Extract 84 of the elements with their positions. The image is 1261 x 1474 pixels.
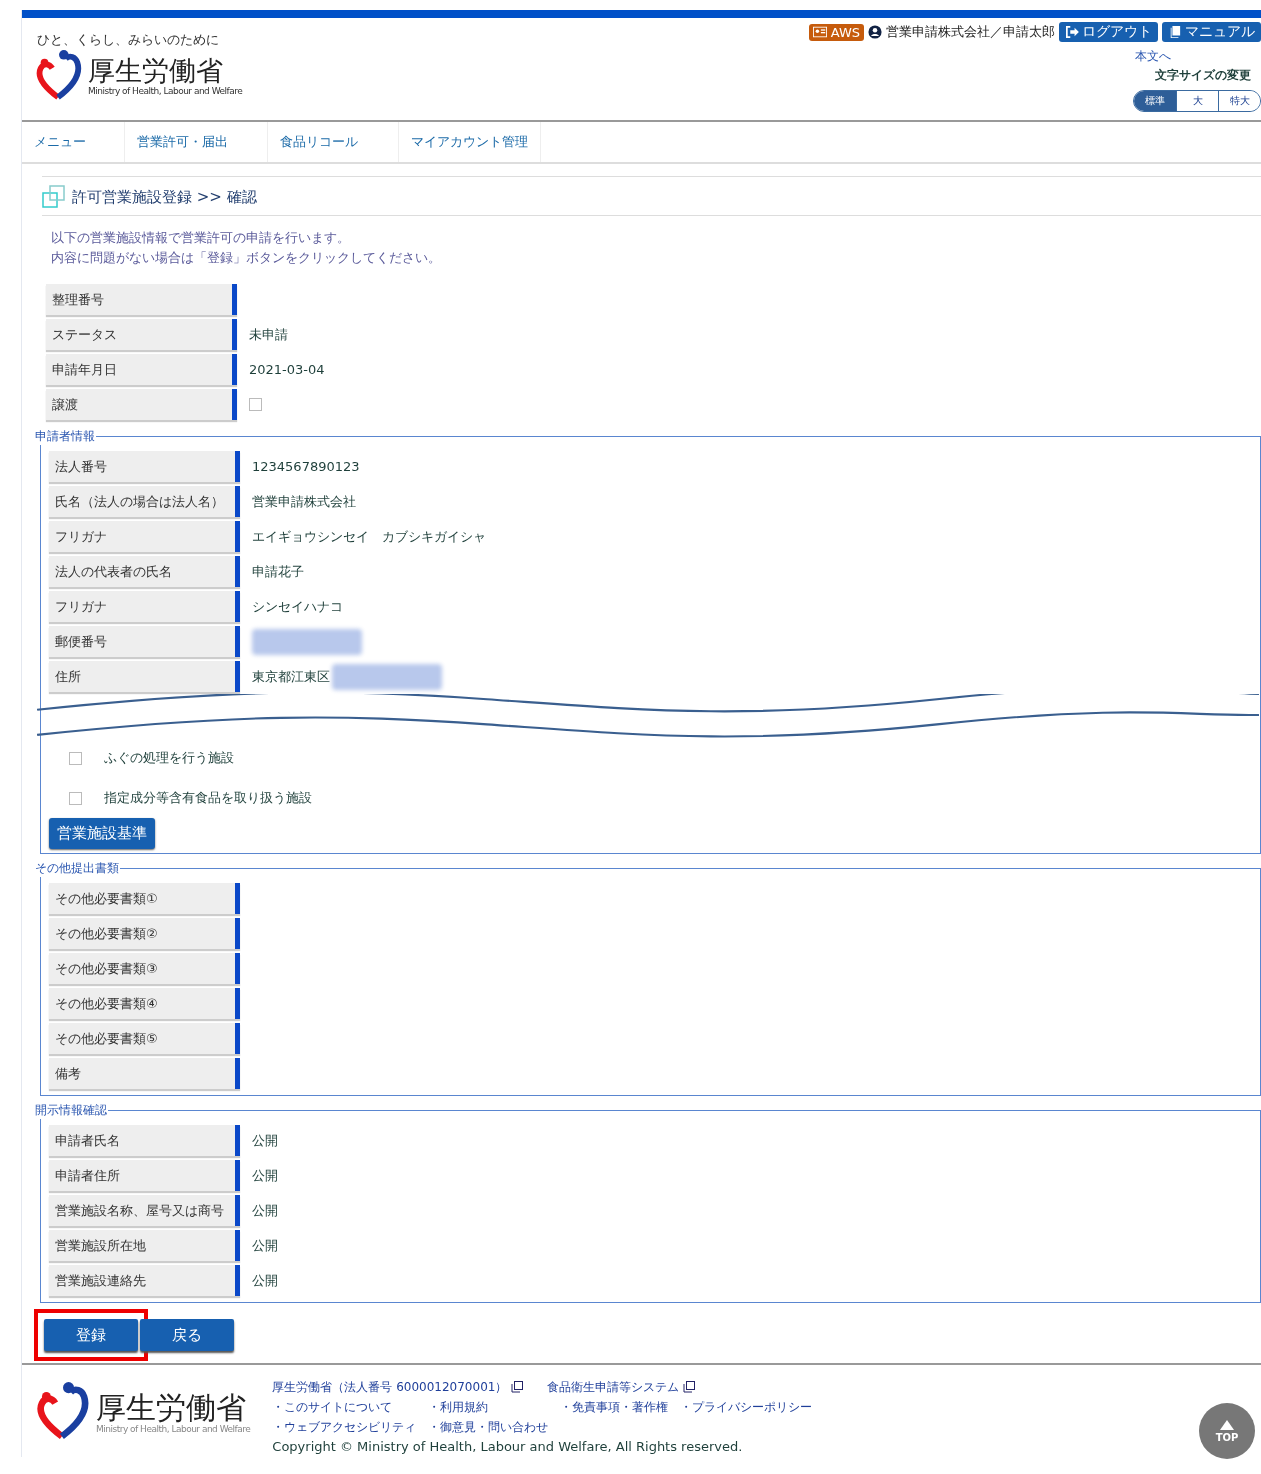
- checkbox[interactable]: [249, 398, 262, 411]
- field-label: 譲渡: [46, 389, 237, 420]
- field-value: 2021-03-04: [249, 362, 325, 377]
- field-value: 公開: [252, 1166, 278, 1185]
- section-legend: 申請者情報: [34, 428, 96, 445]
- field-label: 法人の代表者の氏名: [49, 556, 240, 587]
- logout-button[interactable]: ログアウト: [1059, 22, 1158, 42]
- instruction-text: 以下の営業施設情報で営業許可の申請を行います。: [51, 229, 351, 247]
- field-value: 営業申請株式会社: [252, 492, 356, 511]
- option-label: ふぐの処理を行う施設: [104, 749, 234, 767]
- nav-item[interactable]: メニュー: [22, 122, 125, 162]
- field-label: 申請者住所: [49, 1160, 240, 1191]
- logo-english: Ministry of Health, Labour and Welfare: [88, 85, 243, 96]
- user-name: 営業申請株式会社／申請太郎: [886, 23, 1055, 41]
- font-size-label: 文字サイズの変更: [1155, 67, 1251, 84]
- checkbox[interactable]: [69, 791, 82, 805]
- field-label: フリガナ: [49, 521, 240, 552]
- nav-item[interactable]: マイアカウント管理: [399, 122, 541, 162]
- logout-icon: [1065, 26, 1079, 38]
- field-value: 公開: [252, 1201, 278, 1220]
- field-label: フリガナ: [49, 591, 240, 622]
- copy-icon: [511, 1381, 524, 1393]
- footer-link[interactable]: ・このサイトについて: [272, 1397, 417, 1417]
- footer-link[interactable]: ・利用規約: [428, 1397, 549, 1417]
- footer-link[interactable]: ・御意見・問い合わせ: [428, 1417, 549, 1437]
- field-label: 郵便番号: [49, 626, 240, 657]
- field-label: その他必要書類①: [49, 883, 240, 914]
- field-value: エイギョウシンセイ カブシキガイシャ: [252, 527, 486, 546]
- skip-to-content-link[interactable]: 本文へ: [1135, 48, 1171, 65]
- back-to-top-button[interactable]: TOP: [1199, 1403, 1255, 1459]
- field-label: 備考: [49, 1058, 240, 1089]
- field-label: 整理番号: [46, 284, 237, 315]
- field-value: 公開: [252, 1236, 278, 1255]
- field-label: ステータス: [46, 319, 237, 350]
- field-value: 未申請: [249, 325, 288, 344]
- field-label: その他必要書類②: [49, 918, 240, 949]
- manual-button[interactable]: マニュアル: [1162, 22, 1261, 42]
- field-value: シンセイハナコ: [252, 597, 343, 616]
- action-button[interactable]: 戻る: [140, 1319, 234, 1351]
- footer-link[interactable]: 食品衛生申請等システム: [547, 1377, 680, 1397]
- id-card-icon: [812, 26, 827, 38]
- field-value: 1234567890123: [252, 459, 360, 474]
- logo-name: 厚生労働省: [88, 56, 224, 86]
- facility-standards-button[interactable]: 営業施設基準: [49, 818, 155, 849]
- user-icon: [868, 25, 882, 39]
- field-label: 申請者氏名: [49, 1125, 240, 1156]
- field-label: その他必要書類③: [49, 953, 240, 984]
- checkbox[interactable]: [69, 751, 82, 765]
- squares-icon: [42, 185, 66, 209]
- field-value: 東京都江東区: [252, 667, 330, 686]
- field-label: 法人番号: [49, 451, 240, 482]
- footer-link[interactable]: ・プライバシーポリシー: [680, 1397, 813, 1417]
- logo-english: Ministry of Health, Labour and Welfare: [96, 1423, 251, 1434]
- page-title: 許可営業施設登録 >> 確認: [72, 187, 257, 207]
- instruction-text: 内容に問題がない場合は「登録」ボタンをクリックしてください。: [51, 249, 442, 267]
- field-label: 申請年月日: [46, 354, 237, 385]
- aws-badge: AWS: [808, 23, 864, 41]
- footer-link[interactable]: ・ウェブアクセシビリティ: [272, 1417, 417, 1437]
- book-icon: [1168, 26, 1182, 38]
- field-label: 住所: [49, 661, 240, 692]
- footer-link[interactable]: 厚生労働省（法人番号 6000012070001）: [272, 1377, 508, 1397]
- field-label: その他必要書類⑤: [49, 1023, 240, 1054]
- field-value: 申請花子: [252, 562, 304, 581]
- font-size-option[interactable]: 特大: [1218, 91, 1260, 111]
- tagline: ひと、くらし、みらいのために: [37, 31, 220, 49]
- field-label: 営業施設名称、屋号又は商号: [49, 1195, 240, 1226]
- section-legend: その他提出書類: [34, 860, 120, 877]
- logo-name: 厚生労働省: [96, 1390, 247, 1424]
- field-label: その他必要書類④: [49, 988, 240, 1019]
- nav-item[interactable]: 食品リコール: [268, 122, 399, 162]
- up-triangle-icon: [1220, 1419, 1234, 1430]
- copyright-text: Copyright © Ministry of Health, Labour and Welfare, All Rights reserved.: [272, 1438, 744, 1456]
- field-label: 氏名（法人の場合は法人名）: [49, 486, 240, 517]
- field-label: 営業施設連絡先: [49, 1265, 240, 1296]
- option-label: 指定成分等含有食品を取り扱う施設: [104, 789, 312, 807]
- field-label: 営業施設所在地: [49, 1230, 240, 1261]
- nav-item[interactable]: 営業許可・届出: [125, 122, 268, 162]
- action-button[interactable]: 登録: [44, 1319, 138, 1351]
- field-value: 公開: [252, 1131, 278, 1150]
- footer-link[interactable]: ・免責事項・著作権: [560, 1397, 669, 1417]
- section-legend: 開示情報確認: [34, 1102, 108, 1119]
- font-size-option[interactable]: 標準: [1134, 91, 1176, 111]
- copy-icon: [683, 1381, 696, 1393]
- field-value: 公開: [252, 1271, 278, 1290]
